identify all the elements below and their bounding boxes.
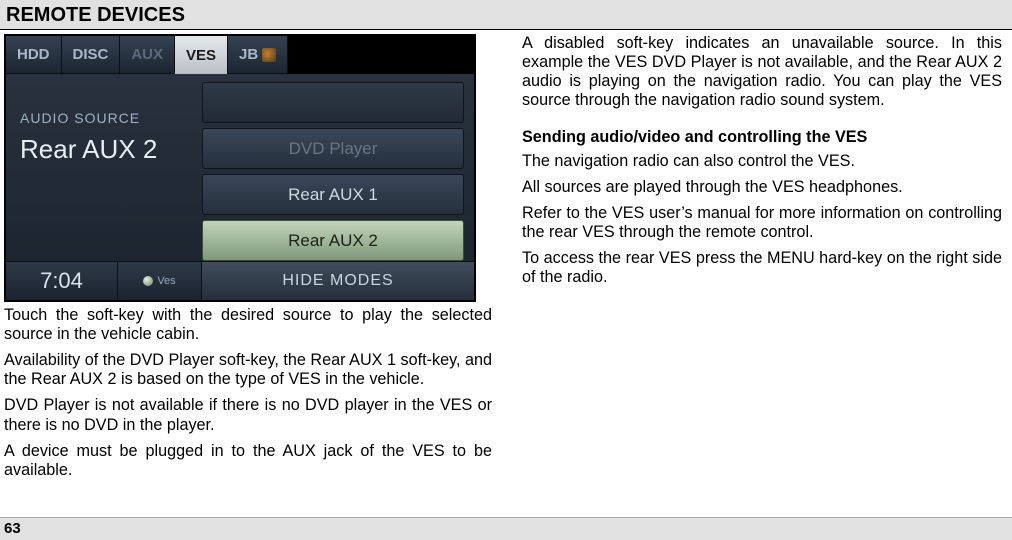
paragraph: Touch the soft-key with the desired sour… [4,306,492,344]
paragraph: The navigation radio can also control th… [522,152,1002,171]
audio-source-value: Rear AUX 2 [20,134,192,165]
tab-aux[interactable]: AUX [120,36,175,74]
ves-indicator: Ves [118,262,202,300]
clock: 7:04 [6,262,118,300]
softkey-rear-aux-1[interactable]: Rear AUX 1 [202,174,464,215]
paragraph: To access the rear VES press the MENU ha… [522,249,1002,287]
audio-source-label: AUDIO SOURCE [20,110,192,126]
paragraph: All sources are played through the VES h… [522,178,1002,197]
ves-indicator-icon [143,276,153,286]
subheading: Sending audio/video and controlling the … [522,128,1002,147]
paragraph: A device must be plugged in to the AUX j… [4,442,492,480]
source-tabs: HDD DISC AUX VES JB [6,36,474,74]
page-number: 63 [0,517,1012,540]
tab-hdd[interactable]: HDD [6,36,62,74]
tab-jb[interactable]: JB [228,36,288,74]
radio-screenshot: HDD DISC AUX VES JB AUDIO SOURCE Rear AU… [4,34,476,302]
softkey-rear-aux-2[interactable]: Rear AUX 2 [202,220,464,261]
softkey-dvd-player[interactable]: DVD Player [202,128,464,169]
softkey-blank [202,82,464,123]
hide-modes-button[interactable]: HIDE MODES [202,262,474,300]
ves-indicator-label: Ves [157,275,175,287]
paragraph: Refer to the VES user’s manual for more … [522,204,1002,242]
tab-disc[interactable]: DISC [62,36,121,74]
paragraph: A disabled soft-key indicates an unavail… [522,34,1002,110]
section-title: REMOTE DEVICES [0,0,1012,30]
paragraph: Availability of the DVD Player soft-key,… [4,351,492,389]
tab-ves[interactable]: VES [175,36,228,74]
tab-jb-label: JB [239,46,258,63]
paragraph: DVD Player is not available if there is … [4,396,492,434]
jukebox-icon [262,48,276,62]
